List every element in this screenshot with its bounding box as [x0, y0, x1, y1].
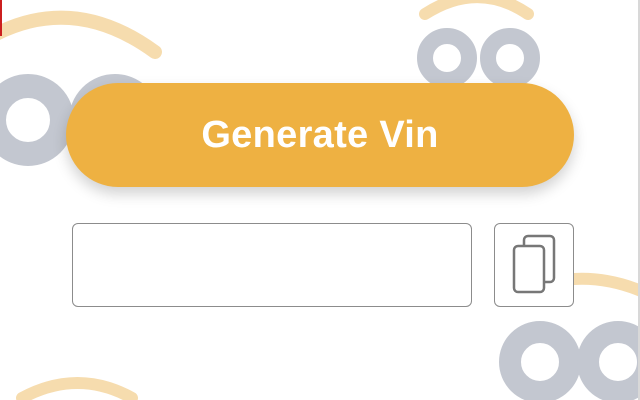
- vin-output-field[interactable]: [72, 223, 472, 307]
- window-edge: [0, 0, 2, 36]
- decor-ring-left-1: [0, 74, 74, 166]
- decor-ring-bottom-right-1: [499, 321, 581, 400]
- decor-ring-top-right-2: [480, 28, 540, 88]
- decor-arc-top-right: [419, 0, 534, 20]
- decor-arc-bottom-left: [16, 377, 138, 400]
- generate-vin-button[interactable]: Generate Vin: [66, 83, 574, 187]
- copy-icon: [512, 234, 556, 294]
- decor-arc-top-left: [0, 10, 162, 59]
- copy-button[interactable]: [494, 223, 574, 307]
- background-decoration: [0, 0, 640, 400]
- decor-ring-top-right-1: [417, 28, 477, 88]
- app-window: Generate Vin: [0, 0, 640, 400]
- decor-ring-bottom-right-2: [577, 321, 640, 400]
